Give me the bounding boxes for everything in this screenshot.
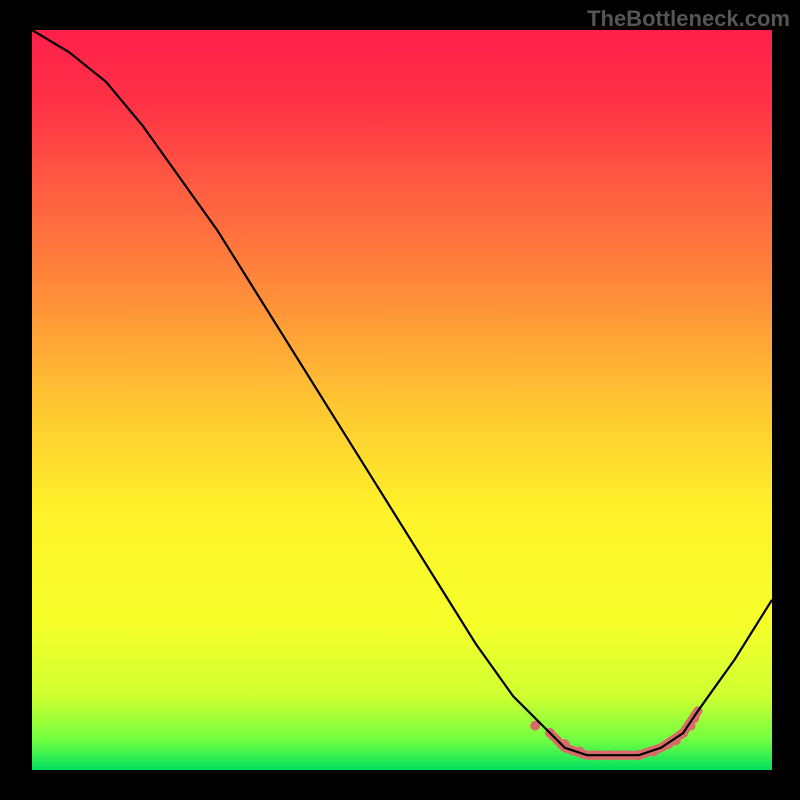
chart-container: TheBottleneck.com bbox=[0, 0, 800, 800]
chart-gradient-area bbox=[32, 30, 772, 770]
bottleneck-chart bbox=[0, 0, 800, 800]
watermark-text: TheBottleneck.com bbox=[587, 6, 790, 32]
